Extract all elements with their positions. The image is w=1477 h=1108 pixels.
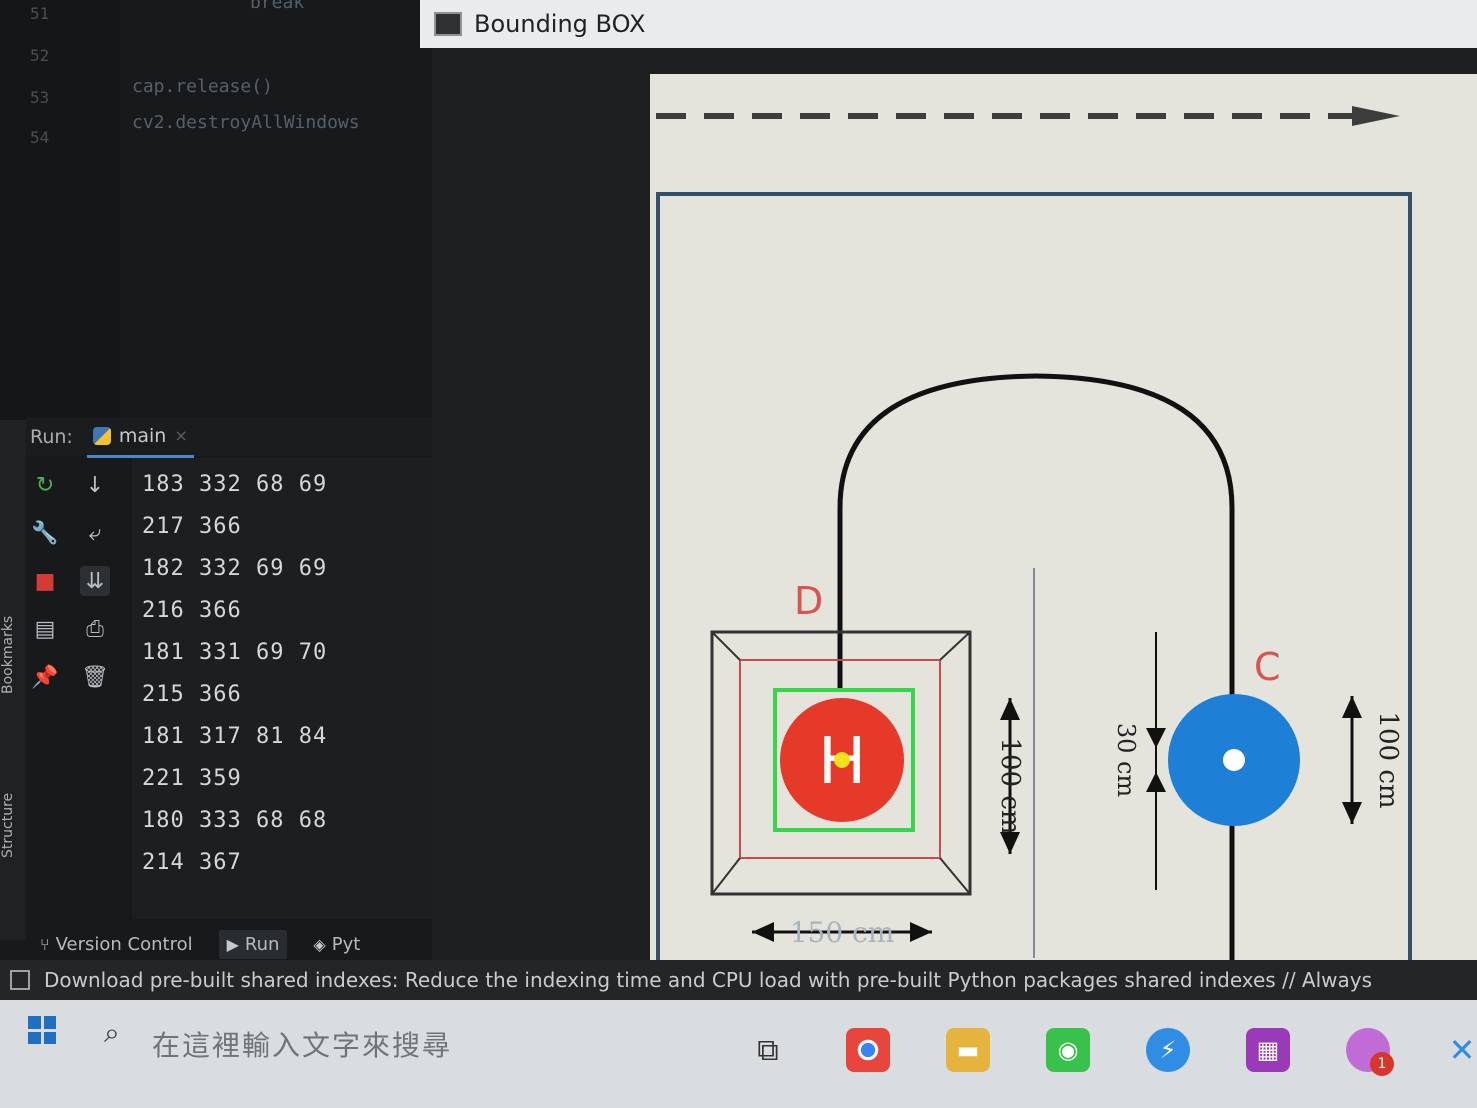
- scroll-to-end-icon[interactable]: ⇊: [80, 566, 110, 596]
- ide-status-bar[interactable]: Download pre-built shared indexes: Reduc…: [0, 960, 1477, 1000]
- side-tool-strip: Bookmarks Structure: [0, 420, 26, 940]
- console-line: 215 366: [142, 682, 242, 707]
- layout-icon[interactable]: ▤: [30, 614, 60, 644]
- python-icon: [92, 426, 111, 445]
- console-line: 221 359: [142, 766, 242, 791]
- status-message[interactable]: Download pre-built shared indexes: Reduc…: [44, 968, 1372, 992]
- play-icon: ▶: [226, 934, 239, 954]
- run-tab-main[interactable]: main ×: [86, 417, 194, 458]
- packages-icon: ◈: [313, 934, 326, 954]
- ide-window: 51 52 53 54 break cap.release() cv2.dest…: [0, 0, 440, 1000]
- line-number: 52: [30, 46, 50, 65]
- task-view-icon[interactable]: ⧉: [746, 1028, 790, 1072]
- dim-150-label: 150 cm: [790, 916, 895, 949]
- print-icon[interactable]: ⎙: [80, 614, 110, 644]
- arrow-down-icon[interactable]: ↓: [80, 470, 110, 500]
- paper-sheet: [650, 74, 1477, 970]
- bbox-centroid: [834, 752, 850, 768]
- target-center: [1223, 749, 1245, 771]
- code-line[interactable]: cv2.destroyAllWindows: [132, 112, 360, 133]
- run-tab-label: main: [118, 424, 167, 447]
- version-control-label: Version Control: [55, 933, 193, 955]
- console-line: 217 366: [142, 514, 242, 539]
- windows-start-icon[interactable]: [28, 1016, 56, 1044]
- label-c: C: [1254, 645, 1281, 689]
- trash-icon[interactable]: 🗑: [80, 662, 110, 692]
- console-line: 182 332 69 69: [142, 556, 328, 581]
- video-frame: H D C 150 cm 100 cm 30 cm 100 cm: [432, 48, 1477, 970]
- run-bottom-label: Run: [244, 933, 280, 955]
- dim-30-label: 30 cm: [1112, 723, 1140, 798]
- close-icon[interactable]: ×: [174, 426, 187, 445]
- console-line: 216 366: [142, 598, 242, 623]
- wrench-icon[interactable]: 🔧: [30, 518, 60, 548]
- branch-icon: ⑂: [40, 934, 50, 954]
- window-title: Bounding BOX: [474, 10, 646, 38]
- pin-icon[interactable]: 📌: [30, 662, 60, 692]
- winrar-icon[interactable]: ▦: [1246, 1028, 1290, 1072]
- run-panel-header: Run: main ×: [26, 417, 440, 458]
- console-line: 183 332 68 69: [142, 472, 328, 497]
- line-number: 54: [30, 128, 50, 147]
- windows-taskbar: ⌕ 在這裡輸入文字來搜尋 ⧉ ▬ ◉ ⚡ ▦ 1 ✕: [0, 1000, 1477, 1108]
- structure-tab[interactable]: Structure: [0, 760, 26, 890]
- status-checkbox-icon[interactable]: [10, 970, 30, 990]
- bounding-box-titlebar[interactable]: Bounding BOX: [420, 0, 1477, 48]
- vscode-icon[interactable]: ✕: [1440, 1028, 1477, 1072]
- console-line: 214 367: [142, 850, 242, 875]
- taskbar-search-input[interactable]: 在這裡輸入文字來搜尋: [152, 1024, 452, 1064]
- notification-badge: 1: [1370, 1052, 1394, 1076]
- console-line: 180 333 68 68: [142, 808, 328, 833]
- dim-100-right-label: 100 cm: [1373, 711, 1403, 808]
- python-packages-tab[interactable]: ◈ Pyt: [313, 934, 360, 955]
- bookmarks-tab[interactable]: Bookmarks: [0, 590, 26, 720]
- dim-100-left-label: 100 cm: [995, 737, 1025, 834]
- version-control-tab[interactable]: ⑂ Version Control: [40, 934, 193, 955]
- window-app-icon: [434, 12, 462, 36]
- console-output[interactable]: 183 332 68 69 217 366 182 332 69 69 216 …: [132, 458, 432, 919]
- console-line: 181 331 69 70: [142, 640, 328, 665]
- code-line[interactable]: break: [250, 0, 304, 13]
- run-toolbar-primary: ↻ 🔧 ■ ▤ 📌: [30, 470, 66, 710]
- run-label: Run:: [30, 426, 73, 448]
- line-number: 53: [30, 88, 50, 107]
- code-line[interactable]: cap.release(): [132, 76, 273, 97]
- editor-gutter: 51 52 53 54: [0, 0, 120, 420]
- stop-icon[interactable]: ■: [30, 566, 60, 596]
- rerun-icon[interactable]: ↻: [30, 470, 60, 500]
- line-number: 51: [30, 4, 50, 23]
- messenger-icon[interactable]: ⚡: [1146, 1028, 1190, 1072]
- run-toolbar-secondary: ↓ ⤶ ⇊ ⎙ 🗑: [80, 470, 116, 710]
- label-d: D: [794, 579, 823, 623]
- course-diagram: H D C 150 cm 100 cm 30 cm 100 cm: [650, 74, 1477, 970]
- chrome-icon[interactable]: [846, 1028, 890, 1072]
- line-app-icon[interactable]: ◉: [1046, 1028, 1090, 1072]
- python-packages-label: Pyt: [331, 933, 361, 955]
- chat-app-icon[interactable]: 1: [1346, 1028, 1394, 1076]
- file-explorer-icon[interactable]: ▬: [946, 1028, 990, 1072]
- console-line: 181 317 81 84: [142, 724, 328, 749]
- soft-wrap-icon[interactable]: ⤶: [80, 518, 110, 548]
- run-bottom-tab[interactable]: ▶ Run: [218, 929, 288, 959]
- search-icon[interactable]: ⌕: [104, 1016, 120, 1050]
